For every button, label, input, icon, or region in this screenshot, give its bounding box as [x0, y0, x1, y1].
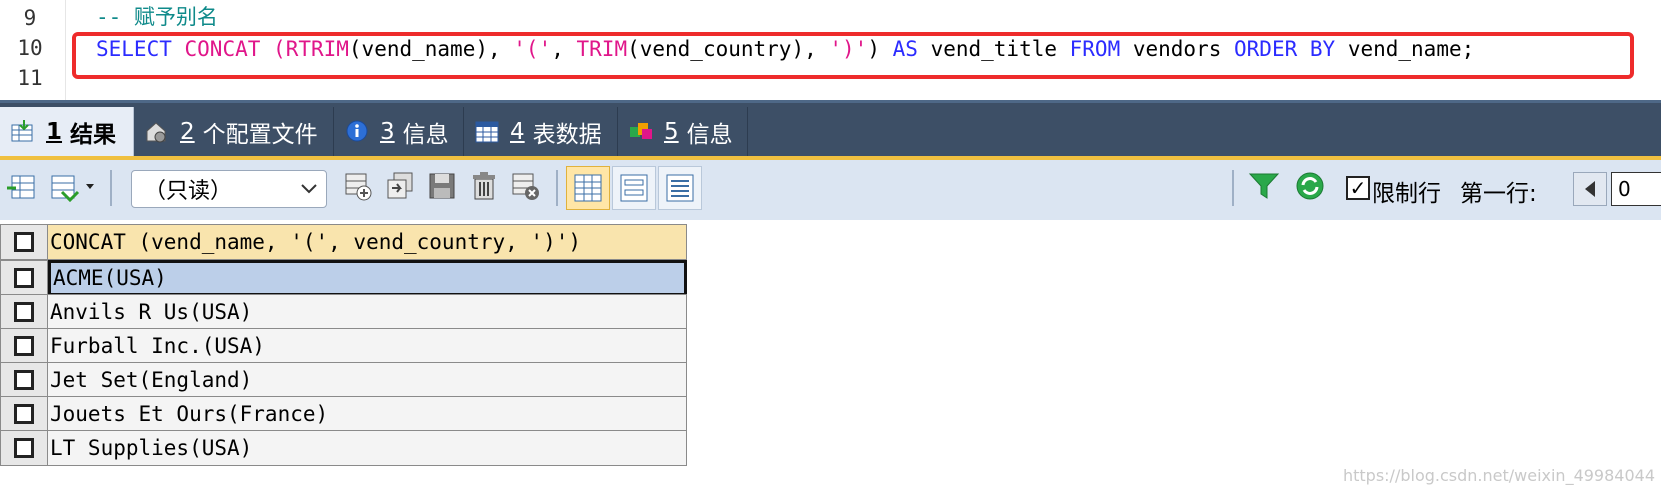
refresh-button[interactable]	[1292, 168, 1328, 204]
tab-info[interactable]: 3 信息	[334, 107, 464, 156]
refresh-icon	[1296, 172, 1324, 200]
trash-icon	[473, 172, 495, 200]
toolbar-separator	[110, 170, 112, 206]
form-view-icon	[620, 174, 648, 202]
profile-icon	[144, 119, 170, 145]
save-button[interactable]	[424, 168, 460, 204]
export-grid-button[interactable]	[4, 168, 40, 204]
tab-number: 3	[380, 118, 395, 145]
toolbar-separator	[1232, 170, 1234, 206]
tab-label: 信息	[402, 121, 449, 148]
table-row[interactable]: Jouets Et Ours(France)	[0, 396, 687, 432]
table-row[interactable]: Anvils R Us(USA)	[0, 294, 687, 330]
duplicate-row-button[interactable]	[382, 168, 418, 204]
highlight-annotation-box	[72, 32, 1634, 79]
line-number: 9	[23, 6, 37, 30]
table-row[interactable]: LT Supplies(USA)	[0, 430, 687, 466]
tab-results[interactable]: 1 结果	[0, 107, 134, 156]
table-cell[interactable]: Jet Set(England)	[48, 362, 687, 398]
grid-view-icon	[574, 174, 602, 202]
toolbar-separator	[556, 170, 558, 206]
duplicate-row-icon	[387, 172, 413, 199]
table-row[interactable]: Jet Set(England)	[0, 362, 687, 398]
table-cell[interactable]: ACME(USA)	[48, 260, 687, 296]
tab-profile[interactable]: 2 个配置文件	[134, 107, 334, 156]
table-cell[interactable]: Furball Inc.(USA)	[48, 328, 687, 364]
readonly-select[interactable]: （只读）	[131, 170, 327, 208]
filter-icon	[1248, 173, 1280, 199]
tab-table-data[interactable]: 4 表数据	[464, 107, 618, 156]
result-grid-icon	[10, 119, 36, 145]
results-toolbar: （只读） ✓ 限制行 第一行:	[0, 156, 1661, 220]
tab-label: 信息	[686, 121, 733, 148]
table-cell[interactable]: Jouets Et Ours(France)	[48, 396, 687, 432]
text-view-icon	[666, 174, 694, 202]
table-row[interactable]: Furball Inc.(USA)	[0, 328, 687, 364]
triangle-left-icon	[1585, 181, 1595, 197]
tab-label: 表数据	[532, 121, 602, 148]
table-cell[interactable]: LT Supplies(USA)	[48, 430, 687, 466]
import-grid-icon	[51, 175, 94, 202]
readonly-select-value: （只读）	[144, 179, 233, 204]
line-number-gutter: 9 10 11	[0, 0, 66, 100]
import-dropdown-button[interactable]	[46, 168, 102, 204]
tab-number: 5	[664, 118, 679, 145]
text-view-toggle[interactable]	[658, 166, 702, 210]
discard-icon	[512, 173, 539, 200]
row-checkbox[interactable]	[0, 396, 48, 432]
first-row-label: 第一行:	[1460, 181, 1537, 207]
row-checkbox[interactable]	[0, 362, 48, 398]
info-icon	[344, 119, 370, 145]
previous-page-button[interactable]	[1573, 172, 1607, 206]
row-checkbox[interactable]	[0, 430, 48, 466]
insert-row-button[interactable]	[340, 168, 376, 204]
tab-number: 1	[46, 118, 63, 145]
tab-label: 结果	[70, 121, 117, 148]
limit-rows-label: 限制行	[1372, 181, 1441, 207]
save-icon	[429, 173, 455, 199]
insert-row-icon	[345, 173, 372, 201]
form-view-toggle[interactable]	[612, 166, 656, 210]
chevron-down-icon	[301, 184, 317, 194]
watermark: https://blog.csdn.net/weixin_49984044	[1342, 466, 1655, 485]
column-header[interactable]: CONCAT (vend_name, '(', vend_country, ')…	[48, 224, 687, 260]
line-number: 11	[17, 66, 43, 90]
grid-view-toggle[interactable]	[566, 166, 610, 210]
info-color-icon	[628, 119, 654, 145]
discard-changes-button[interactable]	[508, 168, 544, 204]
row-checkbox[interactable]	[0, 328, 48, 364]
tab-number: 4	[510, 118, 525, 145]
code-comment[interactable]: -- 赋予别名	[96, 2, 218, 32]
table-cell[interactable]: Anvils R Us(USA)	[48, 294, 687, 330]
row-checkbox[interactable]	[0, 260, 48, 296]
tab-label: 个配置文件	[202, 121, 318, 148]
line-number: 10	[17, 36, 43, 60]
row-checkbox[interactable]	[0, 294, 48, 330]
first-row-input[interactable]	[1611, 172, 1661, 206]
tab-info-2[interactable]: 5 信息	[618, 107, 748, 156]
table-data-icon	[474, 119, 500, 145]
grid-header-row: CONCAT (vend_name, '(', vend_country, ')…	[0, 224, 687, 260]
checkmark-icon: ✓	[1349, 176, 1367, 200]
result-tab-bar: 1 结果 2 个配置文件 3 信息 4 表数据 5 信息	[0, 100, 1661, 156]
filter-button[interactable]	[1246, 168, 1282, 204]
limit-rows-checkbox[interactable]: ✓	[1346, 176, 1370, 200]
export-grid-icon	[7, 175, 35, 199]
table-row[interactable]: ACME(USA)	[0, 260, 687, 296]
select-all-checkbox[interactable]	[0, 224, 48, 260]
sql-editor[interactable]: 9 10 11 -- 赋予别名 SELECT CONCAT (RTRIM(ven…	[0, 0, 1661, 100]
delete-button[interactable]	[466, 168, 502, 204]
tab-number: 2	[180, 118, 195, 145]
